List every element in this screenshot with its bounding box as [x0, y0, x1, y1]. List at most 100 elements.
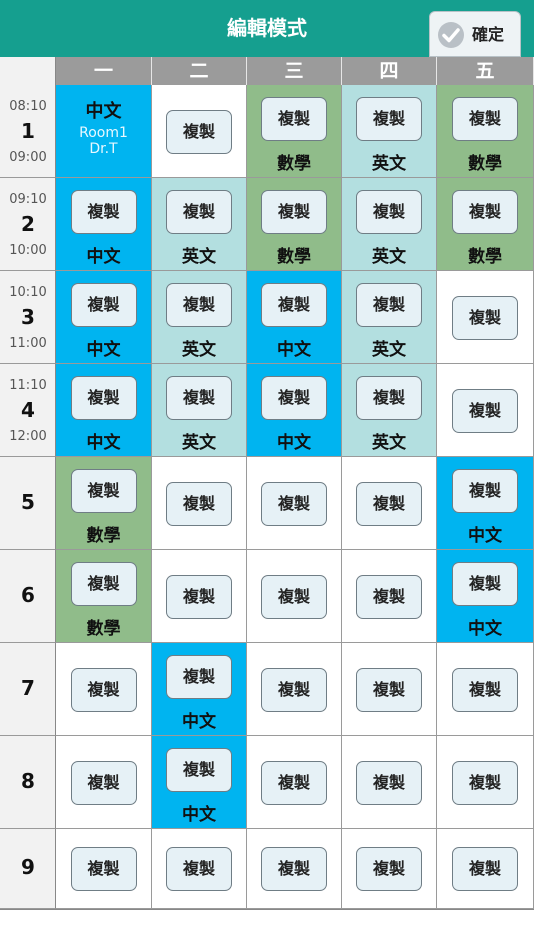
timetable-cell[interactable]: 複製	[152, 85, 247, 178]
copy-button[interactable]: 複製	[261, 760, 327, 805]
copy-button[interactable]: 複製	[166, 655, 232, 699]
confirm-button[interactable]: 確定	[429, 11, 521, 57]
timetable-cell[interactable]: 中文 複製	[152, 736, 247, 829]
timetable-cell[interactable]: 複製	[152, 550, 247, 643]
timetable-cell[interactable]: 中文 複製	[56, 271, 152, 364]
timetable-cell[interactable]: 複製	[437, 271, 534, 364]
timetable-cell[interactable]: 複製	[342, 457, 437, 550]
subject-label: 英文	[182, 433, 216, 453]
copy-button[interactable]: 複製	[261, 667, 327, 712]
period-number: 6	[21, 582, 35, 607]
copy-button[interactable]: 複製	[70, 562, 137, 606]
subject-label: 中文	[86, 247, 121, 267]
lesson-detail: 中文 Room1 Dr.T	[56, 85, 151, 157]
copy-button[interactable]: 複製	[261, 481, 327, 526]
timetable-cell[interactable]: 英文 複製	[152, 364, 247, 457]
copy-button[interactable]: 複製	[356, 481, 422, 526]
copy-button[interactable]: 複製	[166, 376, 232, 420]
timetable-cell[interactable]: 複製	[342, 829, 437, 909]
timetable-cell[interactable]: 中文 複製	[247, 364, 342, 457]
copy-button[interactable]: 複製	[452, 760, 518, 805]
copy-button[interactable]: 複製	[261, 376, 327, 420]
copy-button[interactable]: 複製	[70, 469, 137, 513]
timetable-cell[interactable]: 數學 複製	[56, 457, 152, 550]
timetable-cell[interactable]: 中文 複製	[56, 364, 152, 457]
timetable-cell[interactable]: 複製	[437, 736, 534, 829]
copy-button[interactable]: 複製	[356, 574, 422, 619]
timetable-cell[interactable]: 數學 複製	[247, 178, 342, 271]
timetable-cell[interactable]: 複製	[56, 643, 152, 736]
timetable-cell[interactable]: 中文 複製	[437, 457, 534, 550]
copy-button[interactable]: 複製	[356, 760, 422, 805]
copy-button[interactable]: 複製	[356, 97, 422, 141]
copy-button[interactable]: 複製	[356, 376, 422, 420]
copy-button[interactable]: 複製	[356, 190, 422, 234]
copy-button[interactable]: 複製	[166, 109, 232, 154]
timetable-cell[interactable]: 複製	[247, 550, 342, 643]
copy-button[interactable]: 複製	[261, 574, 327, 619]
timetable-cell[interactable]: 複製	[342, 736, 437, 829]
timetable-cell[interactable]: 數學 複製	[56, 550, 152, 643]
copy-button[interactable]: 複製	[166, 748, 232, 792]
timetable-cell[interactable]: 複製	[152, 457, 247, 550]
subject-label: 中文	[86, 433, 121, 453]
copy-button[interactable]: 複製	[261, 97, 327, 141]
timetable-cell[interactable]: 複製	[437, 829, 534, 909]
copy-button[interactable]: 複製	[166, 847, 232, 891]
timetable-cell[interactable]: 複製	[247, 643, 342, 736]
copy-button[interactable]: 複製	[452, 388, 518, 433]
copy-button[interactable]: 複製	[70, 190, 137, 234]
timetable-cell[interactable]: 複製	[437, 643, 534, 736]
timetable-cell[interactable]: 複製	[56, 829, 152, 909]
copy-button[interactable]: 複製	[452, 469, 518, 513]
subject-label: 中文	[182, 712, 216, 732]
copy-button[interactable]: 複製	[452, 190, 518, 234]
copy-button[interactable]: 複製	[452, 97, 518, 141]
header-corner	[0, 57, 56, 85]
copy-button[interactable]: 複製	[356, 667, 422, 712]
timetable-cell[interactable]: 英文 複製	[152, 271, 247, 364]
timetable-cell[interactable]: 數學 複製	[437, 85, 534, 178]
timetable-cell[interactable]: 複製	[152, 829, 247, 909]
timetable-cell[interactable]: 英文 複製	[342, 364, 437, 457]
timetable-cell[interactable]: 英文 複製	[342, 178, 437, 271]
timetable-cell[interactable]: 英文 複製	[342, 85, 437, 178]
copy-button[interactable]: 複製	[356, 847, 422, 891]
copy-button[interactable]: 複製	[452, 847, 518, 891]
copy-button[interactable]: 複製	[166, 283, 232, 327]
copy-button[interactable]: 複製	[452, 562, 518, 606]
copy-button[interactable]: 複製	[70, 283, 137, 327]
copy-button[interactable]: 複製	[70, 847, 137, 891]
copy-button[interactable]: 複製	[452, 295, 518, 340]
timetable-cell[interactable]: 複製	[437, 364, 534, 457]
timetable-cell[interactable]: 中文 複製	[437, 550, 534, 643]
timetable-cell[interactable]: 中文 複製	[247, 271, 342, 364]
timetable-cell[interactable]: 複製	[247, 457, 342, 550]
timetable-cell[interactable]: 數學 複製	[247, 85, 342, 178]
copy-button[interactable]: 複製	[70, 667, 137, 712]
timetable-cell[interactable]: 數學 複製	[437, 178, 534, 271]
timetable-cell[interactable]: 英文 複製	[152, 178, 247, 271]
lesson-room: Room1	[79, 125, 128, 141]
timetable-cell[interactable]: 中文 複製	[152, 643, 247, 736]
copy-button[interactable]: 複製	[356, 283, 422, 327]
period-label: 08:10 1 09:00	[0, 85, 56, 178]
timetable-cell[interactable]: 中文 複製	[56, 178, 152, 271]
timetable-cell[interactable]: 複製	[56, 736, 152, 829]
copy-button[interactable]: 複製	[261, 283, 327, 327]
copy-button[interactable]: 複製	[166, 190, 232, 234]
copy-button[interactable]: 複製	[261, 847, 327, 891]
subject-label: 中文	[468, 526, 502, 546]
copy-button[interactable]: 複製	[452, 667, 518, 712]
copy-button[interactable]: 複製	[261, 190, 327, 234]
timetable-cell[interactable]: 複製	[342, 550, 437, 643]
timetable-cell[interactable]: 複製	[342, 643, 437, 736]
timetable-cell[interactable]: 英文 複製	[342, 271, 437, 364]
copy-button[interactable]: 複製	[166, 481, 232, 526]
timetable-cell[interactable]: 複製	[247, 736, 342, 829]
copy-button[interactable]: 複製	[70, 376, 137, 420]
timetable-cell[interactable]: 中文 Room1 Dr.T	[56, 85, 152, 178]
copy-button[interactable]: 複製	[166, 574, 232, 619]
copy-button[interactable]: 複製	[70, 760, 137, 805]
timetable-cell[interactable]: 複製	[247, 829, 342, 909]
